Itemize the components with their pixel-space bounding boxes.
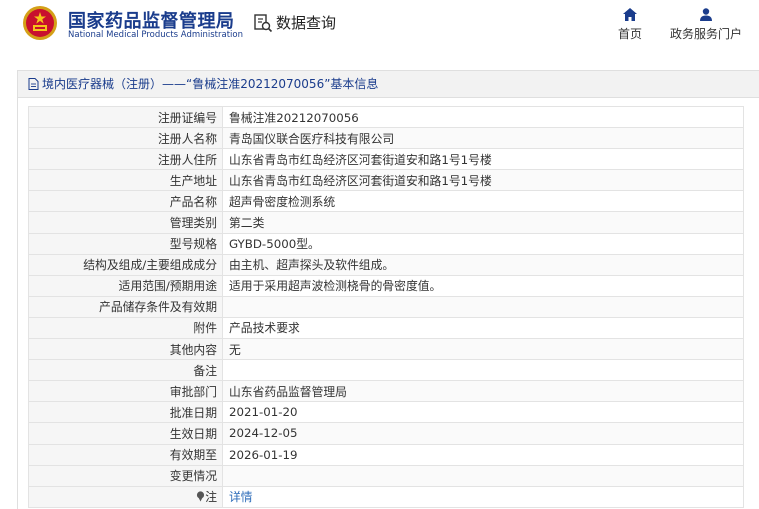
table-row: 产品储存条件及有效期 [28,295,744,318]
data-query-title: 数据查询 [253,12,336,33]
table-row: 产品名称 超声骨密度检测系统 [28,190,744,213]
site-subtitle: National Medical Products Administration [68,30,243,40]
site-header: 国家药品监督管理局 National Medical Products Admi… [0,0,759,52]
home-icon [623,8,637,21]
panel-title: 境内医疗器械（注册）——“鲁械注准20212070056”基本信息 [18,71,759,98]
row-value: 2024-12-05 [222,422,744,445]
details-link[interactable]: 详情 [229,490,253,504]
row-value: 山东省青岛市红岛经济区河套街道安和路1号1号楼 [222,148,744,171]
row-label: 其他内容 [28,338,223,361]
table-row: 生产地址 山东省青岛市红岛经济区河套街道安和路1号1号楼 [28,169,744,192]
nav-home-link[interactable]: 首页 [612,8,648,42]
row-value: 超声骨密度检测系统 [222,190,744,213]
table-row: 型号规格 GYBD-5000型。 [28,232,744,255]
row-label: 注册人名称 [28,127,223,150]
note-value-cell: 详情 [222,485,744,508]
document-search-icon [254,13,273,32]
row-value: 产品技术要求 [222,316,744,340]
table-row: 结构及组成/主要组成成分 由主机、超声探头及软件组成。 [28,253,744,276]
row-label: 批准日期 [28,401,223,424]
row-value [222,464,744,487]
nav-portal-label: 政务服务门户 [669,27,742,41]
row-value: 鲁械注准20212070056 [222,105,744,129]
row-label: 适用范围/预期用途 [28,274,223,297]
row-label: 有效期至 [28,443,223,466]
table-row-note: 注 详情 [28,485,744,508]
table-row: 适用范围/预期用途 适用于采用超声波检测桡骨的骨密度值。 [28,274,744,297]
row-label: 变更情况 [28,464,223,487]
note-label: 注 [205,490,217,505]
row-value: 青岛国仪联合医疗科技有限公司 [222,127,744,150]
table-row: 其他内容无 [28,338,744,361]
row-value [222,359,744,382]
row-value: 由主机、超声探头及软件组成。 [222,253,744,276]
row-label: 型号规格 [28,232,223,255]
row-value: 山东省药品监督管理局 [222,380,744,403]
table-row: 附件 产品技术要求 [28,316,744,340]
row-label: 附件 [28,316,223,340]
row-label: 生产地址 [28,169,223,192]
table-row: 注册人名称 青岛国仪联合医疗科技有限公司 [28,127,744,150]
row-label: 注册人住所 [28,148,223,171]
nav-home-label: 首页 [617,27,642,41]
row-label: 生效日期 [28,422,223,445]
note-label-cell: 注 [28,485,223,508]
table-row: 有效期至 2026-01-19 [28,443,744,466]
row-label: 产品储存条件及有效期 [28,295,223,318]
detail-table: 注册证编号 鲁械注准20212070056 注册人名称 青岛国仪联合医疗科技有限公司注… [28,105,744,508]
table-row: 生效日期 2024-12-05 [28,422,744,445]
national-emblem-icon [23,6,57,40]
row-value: 山东省青岛市红岛经济区河套街道安和路1号1号楼 [222,169,744,192]
panel-title-text: 境内医疗器械（注册）——“鲁械注准20212070056”基本信息 [42,77,379,91]
row-value: 2021-01-20 [222,401,744,424]
row-value: 2026-01-19 [222,443,744,466]
table-row: 注册人住所 山东省青岛市红岛经济区河套街道安和路1号1号楼 [28,148,744,171]
table-row: 备注 [28,359,744,382]
table-row: 审批部门 山东省药品监督管理局 [28,380,744,403]
row-value: GYBD-5000型。 [222,232,744,255]
row-value: 第二类 [222,211,744,234]
table-row: 注册证编号 鲁械注准20212070056 [28,105,744,129]
row-value: 无 [222,338,744,361]
row-label: 管理类别 [28,211,223,234]
pin-icon [197,491,205,502]
row-label: 结构及组成/主要组成成分 [28,253,223,276]
user-icon [700,8,712,21]
row-value: 适用于采用超声波检测桡骨的骨密度值。 [222,274,744,297]
table-row: 变更情况 [28,464,744,487]
row-label: 产品名称 [28,190,223,213]
row-label: 注册证编号 [28,105,223,129]
table-row: 管理类别 第二类 [28,211,744,234]
document-icon [28,78,39,90]
nav-portal-link[interactable]: 政务服务门户 [666,8,746,42]
data-query-label: 数据查询 [276,14,337,32]
table-row: 批准日期 2021-01-20 [28,401,744,424]
row-value [222,295,744,318]
row-label: 审批部门 [28,380,223,403]
detail-panel: 境内医疗器械（注册）——“鲁械注准20212070056”基本信息 注册证编号鲁… [17,70,759,509]
row-label: 备注 [28,359,223,382]
